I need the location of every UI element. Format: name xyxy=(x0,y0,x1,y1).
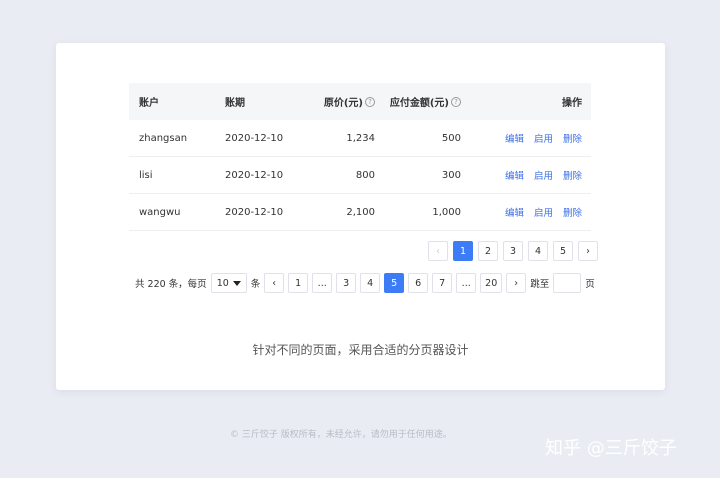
page-button[interactable]: 1 xyxy=(288,273,309,293)
edit-link[interactable]: 编辑 xyxy=(505,168,524,182)
cell-period: 2020-12-10 xyxy=(225,206,284,218)
watermark: 知乎 @三斤饺子 xyxy=(545,438,677,459)
jump-label: 跳至 xyxy=(530,279,550,290)
page-button[interactable]: 6 xyxy=(408,273,429,293)
chevron-left-icon: ‹ xyxy=(272,277,277,289)
card: 账户 账期 原价(元) ? 应付金额(元) ? 操作 zhangsan 2020… xyxy=(56,43,665,390)
delete-link[interactable]: 删除 xyxy=(563,168,582,182)
next-page-button[interactable]: › xyxy=(506,273,527,293)
cell-ops: 编辑 启用 删除 xyxy=(461,168,591,182)
page-size-value: 10 xyxy=(216,277,229,289)
cell-ops: 编辑 启用 删除 xyxy=(461,131,591,145)
question-circle-icon[interactable]: ? xyxy=(451,96,461,107)
cell-ops: 编辑 启用 删除 xyxy=(461,205,591,219)
page-suffix: 页 xyxy=(585,279,595,290)
header-ops: 操作 xyxy=(562,98,582,109)
full-pager: 共 220 条，每页 10 条 ‹ 1 ... 3 4 5 6 7 ... 20… xyxy=(135,273,595,293)
page-button[interactable]: 1 xyxy=(453,241,473,261)
table-header: 账户 账期 原价(元) ? 应付金额(元) ? 操作 xyxy=(129,83,591,120)
page-button[interactable]: 20 xyxy=(480,273,503,293)
page-button[interactable]: 4 xyxy=(360,273,381,293)
total-count-text: 共 220 条，每页 xyxy=(135,279,207,290)
header-payable: 应付金额(元) ? xyxy=(375,94,461,109)
header-price-label: 原价(元) xyxy=(323,98,363,109)
table-row: lisi 2020-12-10 800 300 编辑 启用 删除 xyxy=(129,157,591,194)
header-period: 账期 xyxy=(225,98,245,109)
cell-account: lisi xyxy=(139,169,153,181)
edit-link[interactable]: 编辑 xyxy=(505,131,524,145)
prev-page-button[interactable]: ‹ xyxy=(264,273,285,293)
question-circle-icon[interactable]: ? xyxy=(365,96,375,107)
ellipsis-button[interactable]: ... xyxy=(312,273,333,293)
page-button[interactable]: 4 xyxy=(528,241,548,261)
cell-payable: 300 xyxy=(441,169,461,181)
data-table: 账户 账期 原价(元) ? 应付金额(元) ? 操作 zhangsan 2020… xyxy=(129,83,591,231)
page-button[interactable]: 2 xyxy=(478,241,498,261)
cell-price: 1,234 xyxy=(346,132,375,144)
chevron-right-icon: › xyxy=(514,277,519,289)
cell-payable: 1,000 xyxy=(432,206,461,218)
page-button[interactable]: 3 xyxy=(336,273,357,293)
header-price: 原价(元) ? xyxy=(291,94,375,109)
simple-pager: ‹ 1 2 3 4 5 › xyxy=(428,241,598,261)
table-row: zhangsan 2020-12-10 1,234 500 编辑 启用 删除 xyxy=(129,120,591,157)
cell-price: 2,100 xyxy=(346,206,375,218)
copyright-footer: © 三斤饺子 版权所有，未经允许，请勿用于任何用途。 xyxy=(230,430,452,440)
page-button[interactable]: 5 xyxy=(384,273,405,293)
cell-price: 800 xyxy=(355,169,375,181)
enable-link[interactable]: 启用 xyxy=(534,168,553,182)
chevron-left-icon: ‹ xyxy=(436,245,440,257)
caret-down-icon xyxy=(232,280,241,286)
caption: 针对不同的页面，采用合适的分页器设计 xyxy=(252,343,469,357)
cell-account: wangwu xyxy=(139,206,181,218)
delete-link[interactable]: 删除 xyxy=(563,131,582,145)
page-size-select[interactable]: 10 xyxy=(210,273,247,293)
cell-account: zhangsan xyxy=(139,132,188,144)
cell-period: 2020-12-10 xyxy=(225,169,284,181)
cell-payable: 500 xyxy=(441,132,461,144)
enable-link[interactable]: 启用 xyxy=(534,205,553,219)
delete-link[interactable]: 删除 xyxy=(563,205,582,219)
chevron-right-icon: › xyxy=(586,245,590,257)
cell-period: 2020-12-10 xyxy=(225,132,284,144)
table-row: wangwu 2020-12-10 2,100 1,000 编辑 启用 删除 xyxy=(129,194,591,231)
edit-link[interactable]: 编辑 xyxy=(505,205,524,219)
page-button[interactable]: 3 xyxy=(503,241,523,261)
jump-input[interactable] xyxy=(553,273,582,293)
next-page-button[interactable]: › xyxy=(578,241,598,261)
header-payable-label: 应付金额(元) xyxy=(389,98,449,109)
enable-link[interactable]: 启用 xyxy=(534,131,553,145)
page-button[interactable]: 7 xyxy=(432,273,453,293)
page-button[interactable]: 5 xyxy=(553,241,573,261)
ellipsis-button[interactable]: ... xyxy=(456,273,477,293)
header-account: 账户 xyxy=(139,98,159,109)
page-size-unit: 条 xyxy=(250,279,261,290)
prev-page-button[interactable]: ‹ xyxy=(428,241,448,261)
